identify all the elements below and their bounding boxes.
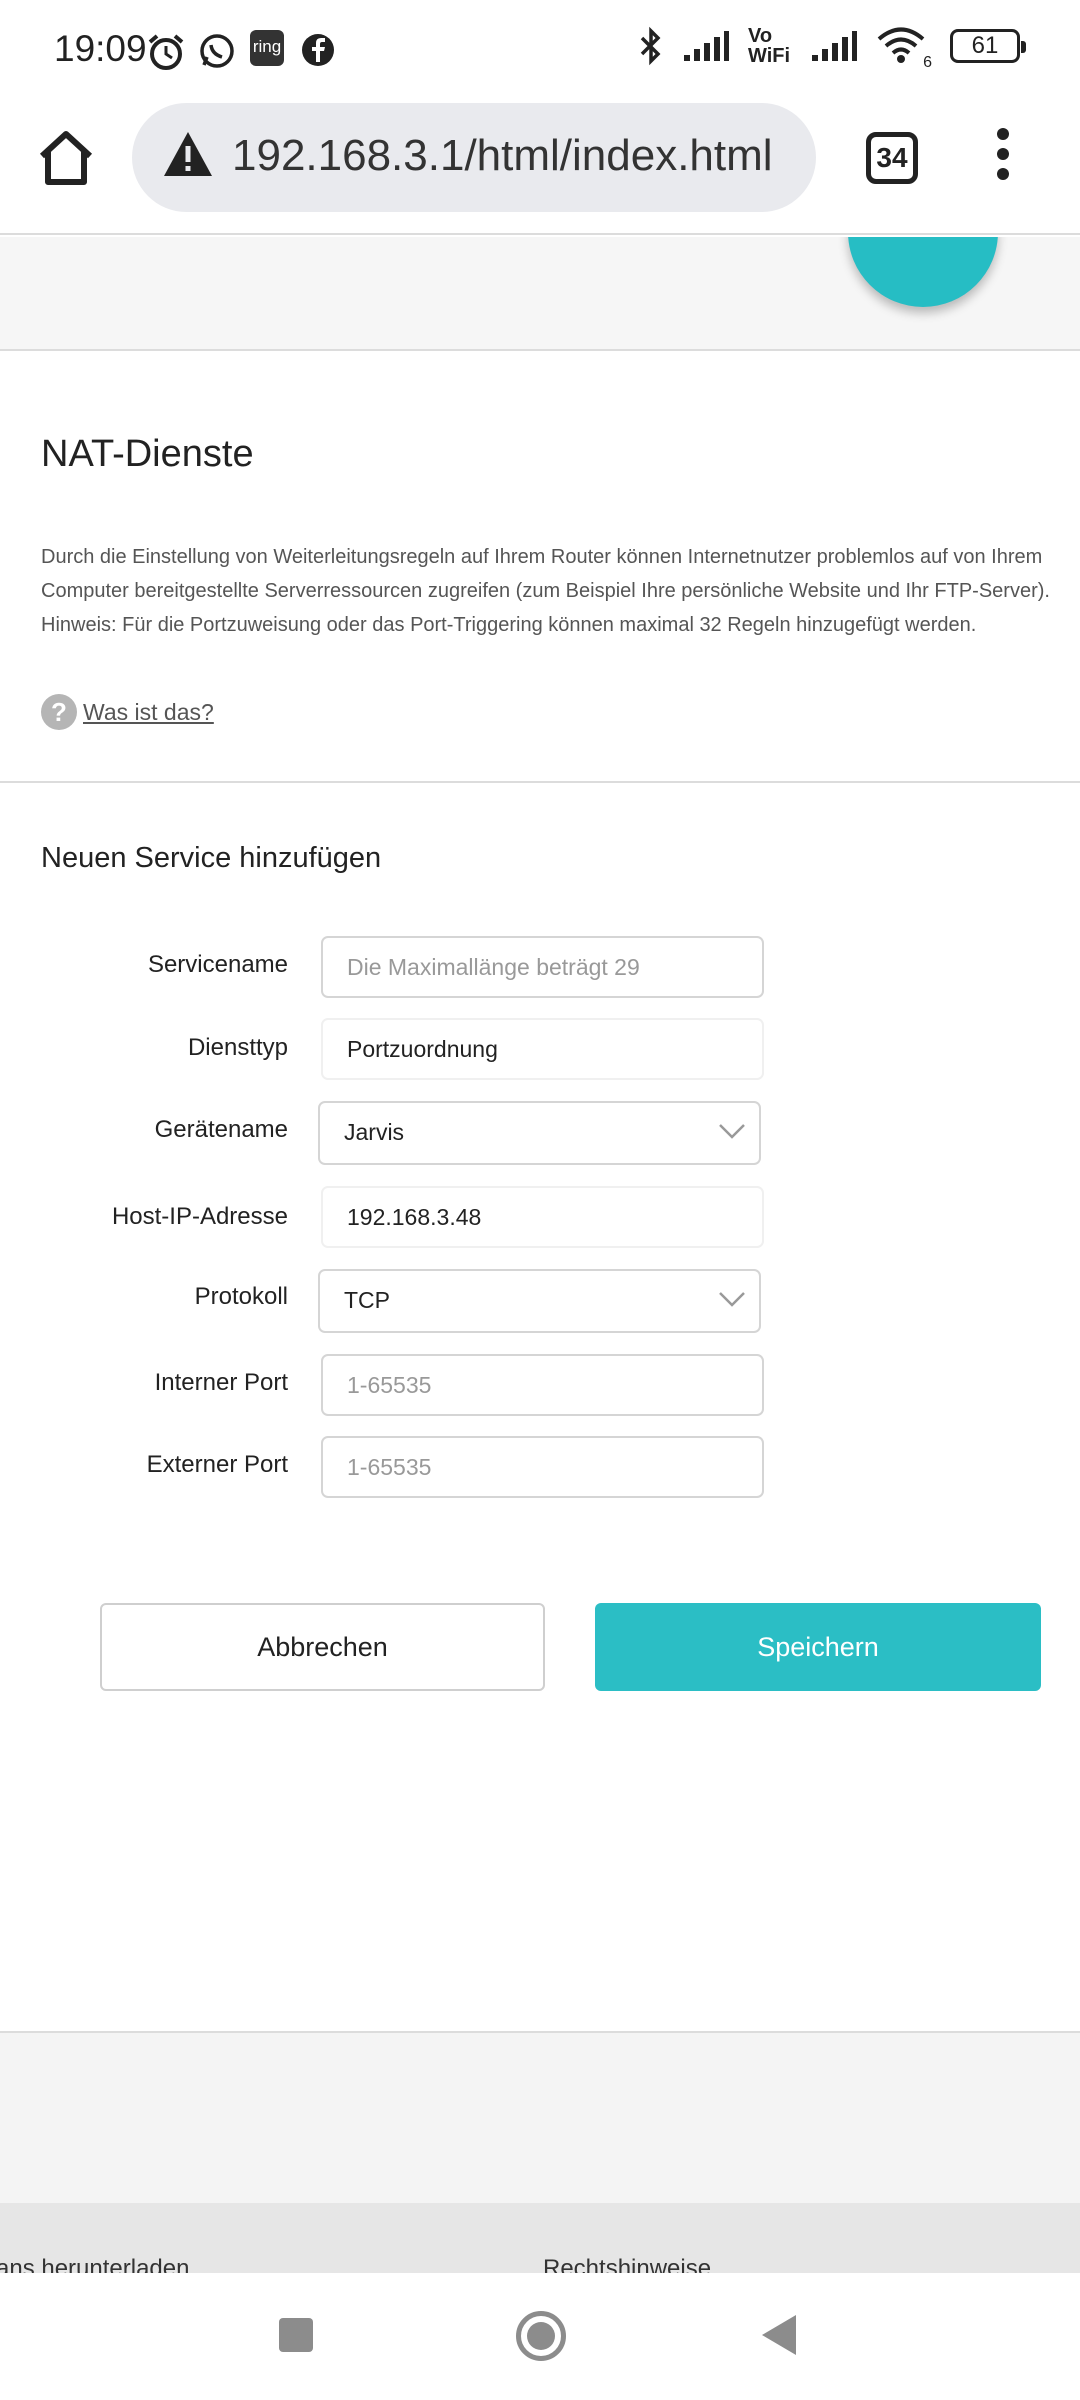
- servicetype-field: Portzuordnung: [321, 1018, 764, 1080]
- hostip-field: 192.168.3.48: [321, 1186, 764, 1248]
- protocol-label: Protokoll: [194, 1283, 288, 1310]
- overflow-menu-icon[interactable]: [990, 128, 1016, 188]
- signal-icon: [684, 31, 729, 61]
- description-line: Hinweis: Für die Portzuweisung oder das …: [41, 614, 977, 636]
- footer-link-legal[interactable]: Rechtshinweise: [543, 2255, 711, 2273]
- status-time: 19:09: [54, 28, 147, 69]
- footer-area: [0, 2033, 1080, 2203]
- hostip-label: Host-IP-Adresse: [111, 1203, 288, 1230]
- cancel-button[interactable]: Abbrechen: [100, 1603, 545, 1691]
- battery-indicator: 61: [950, 29, 1026, 63]
- internal-port-input[interactable]: 1-65535: [321, 1354, 764, 1416]
- browser-toolbar: 192.168.3.1/html/index.html 34: [0, 100, 1080, 235]
- alarm-icon: [148, 34, 184, 70]
- facebook-icon: [302, 34, 334, 66]
- status-icons: Vo WiFi 6 61: [638, 25, 1026, 71]
- description: Durch die Einstellung von Weiterleitungs…: [41, 540, 1061, 642]
- help-icon[interactable]: ?: [41, 694, 77, 730]
- address-bar[interactable]: 192.168.3.1/html/index.html: [132, 103, 816, 212]
- tab-switcher-button[interactable]: 34: [866, 132, 918, 184]
- chevron-down-icon: [719, 1124, 745, 1139]
- home-nav-icon[interactable]: [516, 2311, 566, 2361]
- divider: [0, 781, 1080, 783]
- chevron-down-icon: [719, 1292, 745, 1307]
- signal-icon: [812, 31, 857, 61]
- devicename-select[interactable]: Jarvis: [318, 1101, 761, 1165]
- warning-icon[interactable]: [162, 130, 214, 178]
- url-text[interactable]: 192.168.3.1/html/index.html: [232, 131, 773, 181]
- wifi-label: 6: [923, 54, 932, 71]
- description-line: Durch die Einstellung von Weiterleitungs…: [41, 546, 1043, 568]
- save-button[interactable]: Speichern: [595, 1603, 1041, 1691]
- home-icon[interactable]: [36, 128, 96, 188]
- page-header-band: [0, 237, 1080, 351]
- description-line: Computer bereitgestellte Serverressource…: [41, 580, 1050, 602]
- protocol-value: TCP: [344, 1287, 390, 1313]
- help-row[interactable]: ? Was ist das?: [41, 694, 214, 730]
- ring-icon: ring: [250, 30, 284, 66]
- servicetype-label: Diensttyp: [187, 1034, 288, 1061]
- status-bar: 19:09 ring Vo WiFi 6 61: [0, 0, 1080, 100]
- bluetooth-icon: [640, 26, 661, 66]
- external-port-input[interactable]: 1-65535: [321, 1436, 764, 1498]
- servicename-label: Servicename: [147, 951, 288, 978]
- vowifi-icon: Vo WiFi: [748, 25, 791, 67]
- form-title: Neuen Service hinzufügen: [41, 842, 382, 874]
- system-nav-bar: [0, 2273, 1080, 2400]
- back-icon[interactable]: [762, 2315, 796, 2355]
- external-port-label: Externer Port: [146, 1451, 288, 1478]
- help-link[interactable]: Was ist das?: [83, 699, 214, 726]
- whatsapp-icon: [200, 34, 234, 68]
- servicename-input[interactable]: Die Maximallänge beträgt 29: [321, 936, 764, 998]
- floating-action-button[interactable]: [848, 237, 998, 307]
- devicename-value: Jarvis: [344, 1119, 405, 1145]
- footer-link-download[interactable]: ans herunterladen: [0, 2255, 189, 2273]
- footer-links-bar: ans herunterladen Rechtshinweise: [0, 2203, 1080, 2273]
- wifi-icon: 6: [876, 26, 932, 71]
- devicename-label: Gerätename: [154, 1116, 288, 1143]
- internal-port-label: Interner Port: [154, 1369, 288, 1396]
- protocol-select[interactable]: TCP: [318, 1269, 761, 1333]
- page-title: NAT-Dienste: [41, 433, 254, 475]
- recents-icon[interactable]: [279, 2318, 313, 2352]
